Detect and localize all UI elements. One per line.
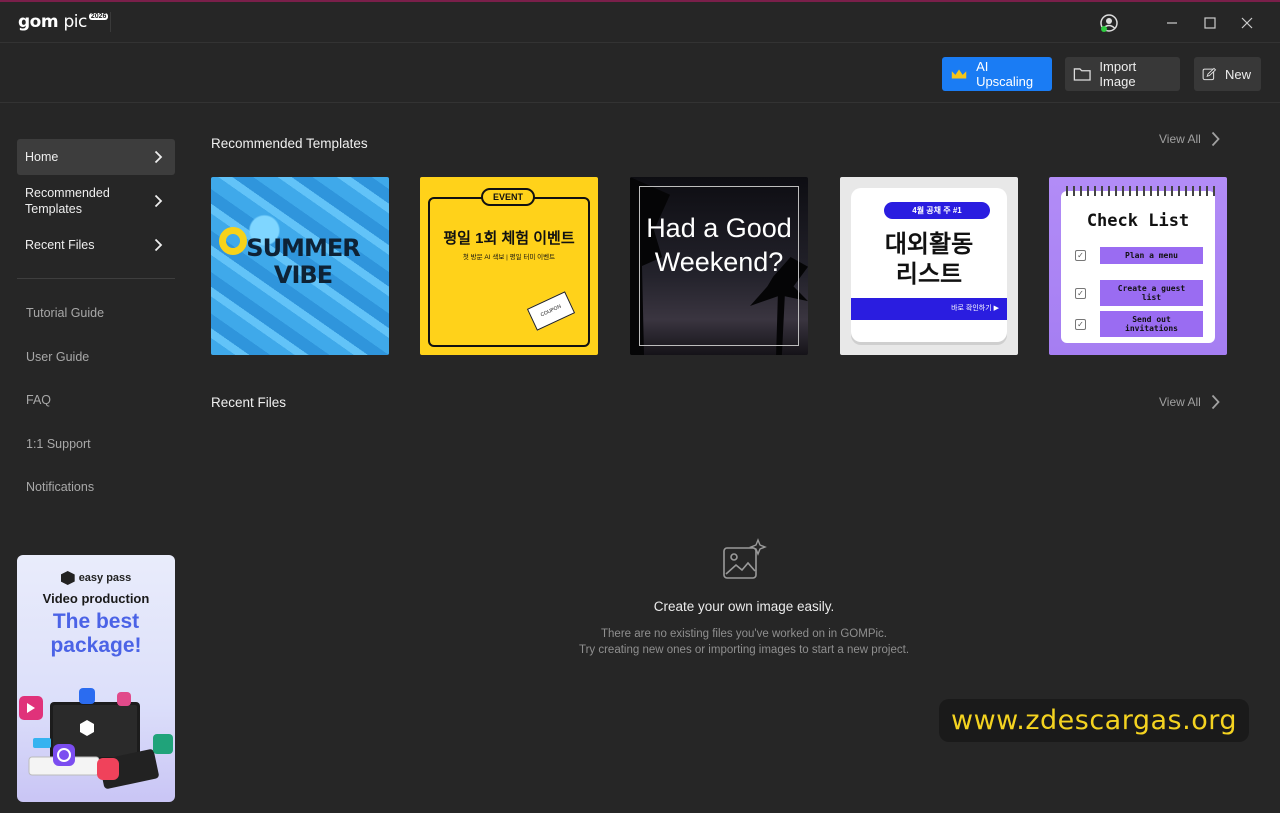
sidebar-item-recommended-templates[interactable]: Recommended Templates (17, 183, 175, 219)
sidebar-item-label: Recommended Templates (25, 186, 110, 216)
checkbox-icon: ✓ (1075, 250, 1086, 261)
view-all-label: View All (1159, 132, 1201, 146)
import-image-button[interactable]: Import Image (1065, 57, 1180, 91)
import-image-label: Import Image (1099, 59, 1137, 89)
new-label: New (1224, 66, 1251, 82)
sidebar-item-home[interactable]: Home (17, 139, 175, 175)
title-bar: gom pic 2026 (0, 2, 1280, 43)
close-icon[interactable] (1237, 13, 1257, 33)
ai-upscaling-label: AI Upscaling (976, 59, 1034, 89)
ad-brand-label: easy pass (78, 572, 132, 584)
template-card: 4월 공채 주 #1 대외활동 리스트 바로 확인하기 ▶ (851, 188, 1007, 342)
sidebar-item-label: Recent Files (25, 238, 95, 252)
template-bar: 바로 확인하기 ▶ (851, 298, 1007, 320)
link-notifications[interactable]: Notifications (26, 480, 94, 494)
checkbox-icon: ✓ (1075, 287, 1086, 299)
template-frame (428, 197, 590, 347)
easypass-logo-icon (60, 571, 75, 585)
template-text: 평일 1회 체험 이벤트 (443, 230, 575, 247)
view-all-templates-link[interactable]: View All (1159, 131, 1220, 147)
edit-icon (1202, 67, 1217, 81)
link-faq[interactable]: FAQ (26, 393, 51, 407)
folder-icon (1073, 68, 1091, 81)
device-illustration (19, 688, 173, 789)
checklist-label: Send out invitations (1100, 311, 1203, 337)
chevron-right-icon (154, 150, 163, 164)
chevron-right-icon (154, 194, 163, 208)
template-weekend[interactable]: Had a Good Weekend? (630, 177, 808, 355)
checklist-label: Create a guest list (1100, 280, 1203, 306)
ad-headline: Video production (42, 591, 150, 606)
minimize-icon[interactable] (1162, 13, 1182, 33)
sidebar-divider (17, 278, 175, 279)
sidebar-item-label: Home (25, 150, 59, 164)
ad-brand: easy pass (17, 571, 175, 585)
chevron-right-icon (154, 238, 163, 252)
empty-state-line: There are no existing files you've worke… (601, 628, 887, 640)
empty-state: Create your own image easily. There are … (560, 538, 928, 658)
ai-upscaling-button[interactable]: AI Upscaling (942, 57, 1052, 91)
chevron-right-icon (1211, 394, 1220, 410)
checklist-row: ✓ Create a guest list (1075, 280, 1203, 306)
new-button[interactable]: New (1194, 57, 1261, 91)
checklist-label: Plan a menu (1100, 247, 1203, 264)
template-check-list[interactable]: Check List ✓ Plan a menu ✓ Create a gues… (1049, 177, 1227, 355)
checklist-row: ✓ Send out invitations (1075, 311, 1203, 337)
template-text: SUMMER VIBE (246, 234, 360, 289)
title-divider (110, 12, 111, 32)
template-activity-list[interactable]: 4월 공채 주 #1 대외활동 리스트 바로 확인하기 ▶ (840, 177, 1018, 355)
template-card: Check List ✓ Plan a menu ✓ Create a gues… (1061, 191, 1215, 343)
link-tutorial-guide[interactable]: Tutorial Guide (26, 306, 104, 320)
checklist-row: ✓ Plan a menu (1075, 247, 1203, 264)
logo-name-bold: gom (18, 12, 59, 32)
sidebar: Home Recommended Templates Recent Files … (0, 104, 192, 813)
template-event[interactable]: EVENT 평일 1회 체험 이벤트 첫 방문 AI 색보 | 평일 터미 이벤… (420, 177, 598, 355)
account-icon[interactable] (1099, 13, 1119, 33)
watermark: www.zdescargas.org (939, 699, 1249, 742)
link-user-guide[interactable]: User Guide (26, 350, 89, 364)
app-logo: gom pic 2026 (18, 12, 109, 32)
template-subtext: 첫 방문 AI 색보 | 평일 터미 이벤트 (462, 254, 556, 261)
crown-icon (951, 69, 967, 79)
empty-state-title: Create your own image easily. (653, 599, 835, 614)
view-all-label: View All (1159, 395, 1201, 409)
ad-slogan: The best package! (50, 610, 142, 657)
template-text: 대외활동 리스트 (884, 231, 974, 288)
checkbox-icon: ✓ (1075, 318, 1086, 330)
toolbar: AI Upscaling Import Image New (0, 43, 1280, 103)
maximize-icon[interactable] (1200, 13, 1220, 33)
link-support[interactable]: 1:1 Support (26, 437, 91, 451)
sidebar-item-recent-files[interactable]: Recent Files (17, 227, 175, 263)
empty-state-line: Try creating new ones or importing image… (578, 644, 910, 656)
event-badge: EVENT (481, 188, 535, 206)
logo-name-light: pic (63, 12, 87, 32)
template-pill: 4월 공채 주 #1 (884, 202, 990, 219)
view-all-recent-link[interactable]: View All (1159, 394, 1220, 410)
recent-files-title: Recent Files (211, 395, 287, 410)
template-summer-vibe[interactable]: SUMMER VIBE (211, 177, 389, 355)
image-sparkle-icon (723, 538, 767, 579)
chevron-right-icon (1211, 131, 1220, 147)
recommended-templates-title: Recommended Templates (211, 136, 368, 151)
empty-state-description: There are no existing files you've worke… (560, 626, 928, 658)
logo-year-badge: 2026 (88, 13, 109, 20)
notebook-rings (1061, 186, 1215, 196)
ad-banner[interactable]: easy pass Video production The best pack… (17, 555, 175, 802)
template-text: Check List (1086, 211, 1190, 231)
template-text: Had a Good Weekend? (646, 213, 792, 277)
